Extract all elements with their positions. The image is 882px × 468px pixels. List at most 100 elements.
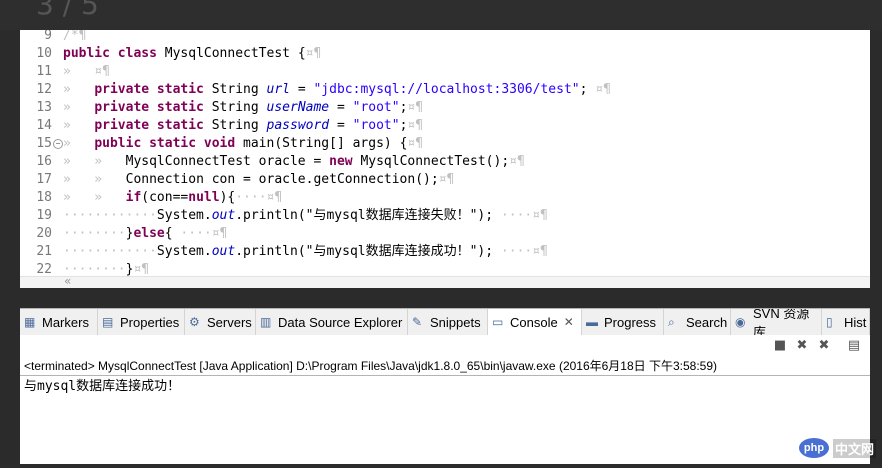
code-line[interactable]: 20 ········}else{ ····¤¶ (20, 225, 870, 243)
code-token: ¤¶ (595, 82, 611, 97)
code-token: ············ (63, 244, 157, 259)
console-toolbar: ■ ✖ ✖ ▤ (20, 335, 870, 357)
terminate-icon[interactable]: ■ (772, 338, 788, 354)
code-line[interactable]: 13 » private static String userName = "ro… (20, 99, 870, 117)
tab-label: Servers (207, 314, 252, 330)
tab-label: Hist (844, 314, 867, 330)
console-process-label: <terminated> MysqlConnectTest [Java Appl… (20, 357, 870, 375)
code-token: ····¤¶ (493, 208, 548, 223)
code-token: "root" (352, 100, 400, 115)
code-line[interactable]: 9 /*¶ (20, 30, 870, 45)
tab-svn[interactable]: ◉ SVN 资源库 (731, 309, 822, 335)
code-token: new (329, 154, 361, 169)
line-number: 11 (36, 64, 52, 79)
code-line[interactable]: 18 » » if(con==null){····¤¶ (20, 189, 870, 207)
code-line[interactable]: 15−» public static void main(String[] ar… (20, 135, 870, 153)
top-strip: 3 / 5 (0, 0, 882, 30)
close-icon[interactable]: ✕ (564, 315, 574, 329)
code-line[interactable]: 12 » private static String url = "jdbc:my… (20, 81, 870, 99)
code-text: » » Connection con = oracle.getConnectio… (63, 171, 454, 189)
code-token: Connection con = oracle.getConnection(); (125, 172, 439, 187)
tab-data-source-explorer[interactable]: ▥ Data Source Explorer (256, 309, 408, 335)
code-token: (con== (141, 190, 189, 205)
line-number: 14 (36, 118, 52, 133)
console-icon: ▭ (492, 315, 504, 329)
code-text: ············System.out.println("与mysql数据… (63, 207, 548, 225)
horizontal-scrollbar[interactable]: « (20, 274, 870, 288)
code-token: MysqlConnectTest oracle = (125, 154, 330, 169)
code-token: ········ (63, 262, 126, 277)
scroll-left-icon[interactable]: « (64, 274, 71, 288)
code-text: » private static String url = "jdbc:mysq… (63, 81, 611, 99)
code-text: » » MysqlConnectTest oracle = new MysqlC… (63, 153, 525, 171)
tab-label: Properties (120, 314, 180, 330)
line-number: 21 (36, 244, 52, 259)
code-token: = (290, 82, 314, 97)
tab-console[interactable]: ▭ Console ✕ (488, 309, 582, 335)
console-process-text: <terminated> MysqlConnectTest [Java Appl… (24, 359, 718, 373)
code-token: password (266, 118, 330, 133)
history-icon: ▯ (826, 315, 833, 329)
code-token: url (266, 82, 290, 97)
code-token: System. (156, 208, 212, 223)
servers-icon: ⚙ (189, 315, 200, 329)
remove-launch-icon[interactable]: ✖ (794, 338, 810, 354)
code-token: ····¤¶ (493, 244, 548, 259)
code-token: MysqlConnectTest(); (360, 154, 510, 169)
code-token: class (109, 46, 165, 61)
code-line[interactable]: 16 » » MysqlConnectTest oracle = new Mysq… (20, 153, 870, 171)
code-token: if (125, 190, 142, 205)
tab-search[interactable]: ⌕ Search (664, 309, 731, 335)
code-token: "root" (352, 118, 400, 133)
code-text: ············System.out.println("与mysql数据… (63, 243, 548, 261)
watermark: php 中文网 (798, 438, 876, 458)
tab-servers[interactable]: ⚙ Servers (185, 309, 256, 335)
code-line[interactable]: 10 public class MysqlConnectTest {¤¶ (20, 45, 870, 63)
code-line[interactable]: 11 » ¤¶ (20, 63, 870, 81)
code-token: public static void (94, 136, 244, 151)
code-token: ····¤¶ (235, 190, 283, 205)
fold-toggle-icon[interactable]: − (53, 139, 63, 149)
remove-all-terminated-icon[interactable]: ✖ (816, 338, 832, 354)
code-editor[interactable]: 23» }¤¶22········}¤¶21············System… (20, 30, 870, 288)
tab-label: SVN 资源库 (753, 308, 810, 336)
code-token: ············ (63, 208, 157, 223)
tab-hist[interactable]: ▯ Hist (822, 309, 870, 335)
code-token: /*¶ (63, 30, 87, 43)
markers-icon: ▦ (24, 315, 36, 329)
code-token: ¤¶ (438, 172, 455, 187)
code-line[interactable]: 21 ············System.out.println("与mysql… (20, 243, 870, 261)
code-text: » ¤¶ (63, 63, 110, 81)
code-token: out (211, 208, 236, 223)
console-output-area[interactable]: 与mysql数据库连接成功！ (20, 375, 870, 464)
tab-properties[interactable]: ▤ Properties (98, 309, 185, 335)
tab-label: Markers (42, 314, 89, 330)
tab-snippets[interactable]: ✎ Snippets (408, 309, 488, 335)
code-line[interactable]: 14 » private static String password = "ro… (20, 117, 870, 135)
tab-progress[interactable]: ▬ Progress (582, 309, 664, 335)
code-text: » private static String password = "root… (63, 117, 423, 135)
code-line[interactable]: 19 ············System.out.println("与mysql… (20, 207, 870, 225)
svn-icon: ◉ (735, 315, 746, 329)
code-token: » » (63, 190, 126, 205)
tab-markers[interactable]: ▦ Markers (20, 309, 98, 335)
code-token: out (211, 244, 236, 259)
code-token: private static (94, 82, 212, 97)
line-number: 9 (44, 30, 52, 43)
tab-label: Console (510, 314, 558, 330)
code-token: public (63, 46, 110, 61)
tab-label: Search (686, 314, 728, 330)
code-line[interactable]: 17 » » Connection con = oracle.getConnect… (20, 171, 870, 189)
code-token: MysqlConnectTest { (164, 46, 306, 61)
search-icon: ⌕ (668, 315, 675, 329)
code-token: ········ (63, 226, 126, 241)
code-token: main(String[] args) { (243, 136, 408, 151)
code-token: = (329, 118, 353, 133)
tab-label: Progress (604, 314, 657, 330)
code-token: » (63, 136, 95, 151)
line-number: 16 (36, 154, 52, 169)
code-token: ¤¶ (407, 118, 424, 133)
code-token: » » (63, 154, 126, 169)
clear-console-icon[interactable]: ▤ (846, 338, 862, 354)
code-token: String (211, 82, 267, 97)
